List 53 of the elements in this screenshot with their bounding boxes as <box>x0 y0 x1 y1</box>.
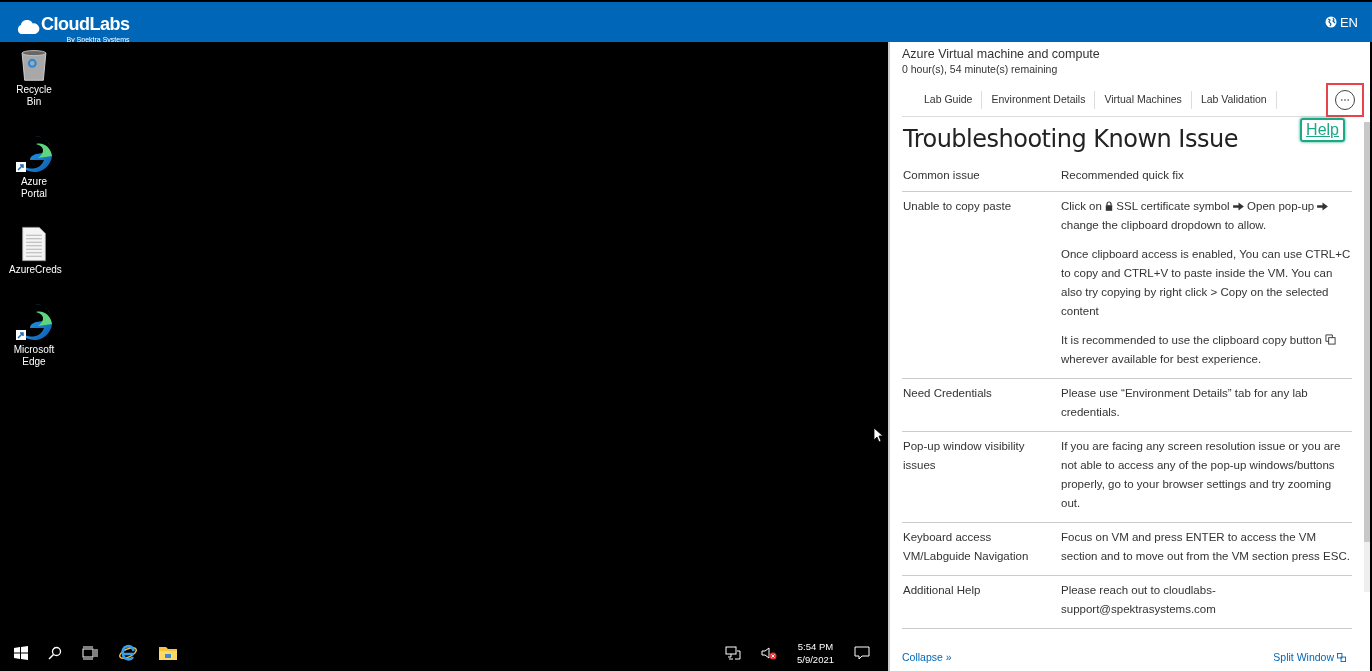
more-options-button[interactable] <box>1335 90 1355 110</box>
fix-text: It is recommended to use the clipboard copy button <box>1061 334 1322 346</box>
notification-icon[interactable] <box>854 645 870 660</box>
clock-time[interactable]: 5:54 PM <box>797 639 834 653</box>
task-view-icon[interactable] <box>82 645 98 660</box>
arrow-right-icon <box>1317 202 1329 211</box>
fix-text: Open pop-up <box>1247 200 1315 212</box>
time-remaining: 0 hour(s), 54 minute(s) remaining <box>902 62 1059 76</box>
collapse-link[interactable]: Collapse » <box>902 651 952 663</box>
windows-start-icon[interactable] <box>14 645 28 660</box>
scrollbar-thumb[interactable] <box>1364 122 1370 542</box>
panel-tab[interactable]: Lab Guide <box>915 84 982 116</box>
fix-text: change the clipboard dropdown to allow. <box>1061 219 1267 231</box>
page-heading: Troubleshooting Known Issue <box>903 125 1238 153</box>
lab-title: Azure Virtual machine and compute <box>902 46 1101 62</box>
lock-icon <box>1105 201 1114 211</box>
desktop-icon-label[interactable]: Recycle Bin <box>9 84 59 108</box>
panel-tab[interactable]: Lab Validation <box>1191 84 1276 116</box>
fix-text: Click on <box>1061 200 1102 212</box>
split-window-link[interactable]: Split Window <box>1273 651 1346 663</box>
folder-icon[interactable] <box>158 644 178 661</box>
fix-text: If you are facing any screen resolution issue or you are not able to access any of the pop-up windows/buttons properly, go to your browser settings and try zooming out. <box>1061 440 1341 509</box>
arrow-right-icon <box>1232 202 1244 211</box>
column-header: Common issue <box>902 165 1060 192</box>
fix-text: wherever available for best experience. <box>1061 353 1262 365</box>
fix-text: SSL certificate symbol <box>1116 200 1230 212</box>
mouse-cursor-icon <box>873 427 883 443</box>
fix-text: Please use “Environment Details” tab for any lab credentials. <box>1061 387 1308 418</box>
issue-text: Additional Help <box>903 584 981 596</box>
fix-text: Focus on VM and press ENTER to access the VM section and to move out from the VM section press ESC. <box>1061 531 1350 562</box>
copy-icon <box>1325 334 1337 345</box>
language-button[interactable]: EN <box>1324 14 1358 30</box>
muted-speaker-icon[interactable] <box>761 645 777 660</box>
network-icon[interactable] <box>725 645 741 660</box>
issue-text: Unable to copy paste <box>903 200 1012 212</box>
desktop-icon-label[interactable]: Microsoft Edge <box>9 344 59 368</box>
logo-text: CloudLabs <box>41 13 130 35</box>
help-callout: Help <box>1300 118 1345 142</box>
clock-date[interactable]: 5/9/2021 <box>797 652 834 666</box>
document-icon[interactable] <box>20 226 48 262</box>
panel-tab[interactable]: Virtual Machines <box>1095 84 1191 116</box>
search-icon[interactable] <box>48 645 62 660</box>
column-header: Recommended quick fix <box>1060 165 1352 192</box>
split-window-icon <box>1337 652 1346 662</box>
fix-text: Please reach out to cloudlabs-support@spektrasystems.com <box>1061 584 1216 615</box>
fix-text: Once clipboard access is enabled, You can use CTRL+C to copy and CTRL+V to paste inside the VM. You can also try copying by right click > Copy on the selected content <box>1061 248 1351 317</box>
desktop-icon-label[interactable]: Azure Portal <box>9 176 59 200</box>
issue-text: Pop-up window visibility issues <box>903 440 1025 471</box>
issue-text: Keyboard access VM/Labguide Navigation <box>903 531 1029 562</box>
cloud-logo-icon <box>16 20 40 35</box>
internet-explorer-icon[interactable] <box>118 642 138 663</box>
panel-tab[interactable]: Environment Details <box>982 84 1095 116</box>
issue-text: Need Credentials <box>903 387 992 399</box>
